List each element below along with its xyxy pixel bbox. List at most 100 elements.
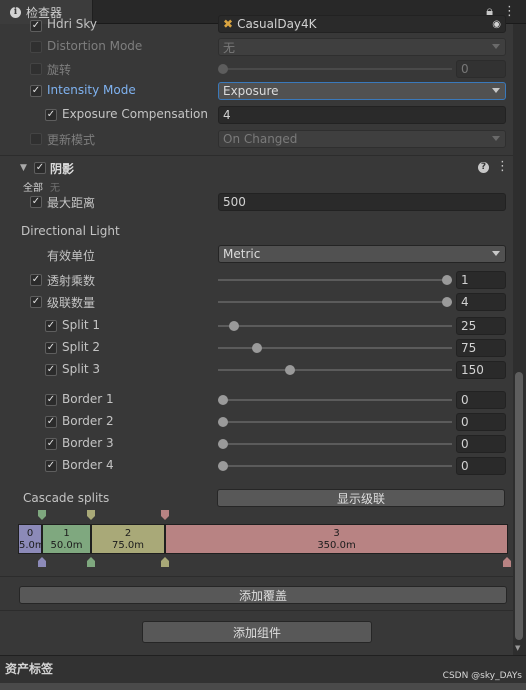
working-unit-dropdown[interactable]: Metric xyxy=(218,245,506,263)
max-distance-checkbox[interactable]: ✓ xyxy=(30,196,42,208)
foldout-arrow-icon[interactable]: ▼ xyxy=(20,163,27,173)
scrollbar-thumb[interactable] xyxy=(515,372,523,640)
cascade-index: 3 xyxy=(333,528,340,539)
border-2-checkbox[interactable]: ✓ xyxy=(45,416,57,428)
border-3-label: Border 3 xyxy=(62,436,114,450)
rotation-checkbox[interactable] xyxy=(30,63,42,75)
help-icon[interactable]: ? xyxy=(478,162,489,173)
split-2-handle-icon[interactable] xyxy=(87,510,95,520)
split-3-handle-icon[interactable] xyxy=(161,510,169,520)
split-2-label: Split 2 xyxy=(62,340,101,354)
show-cascades-button[interactable]: 显示级联 xyxy=(217,489,505,507)
border-3-checkbox[interactable]: ✓ xyxy=(45,438,57,450)
distortion-mode-dropdown[interactable]: 无 xyxy=(218,38,506,56)
update-mode-checkbox[interactable] xyxy=(30,133,42,145)
info-icon: i xyxy=(10,6,21,18)
distortion-mode-checkbox[interactable] xyxy=(30,41,42,53)
cascade-segment-0[interactable]: 0 5.0m xyxy=(19,525,45,553)
transmission-slider-track[interactable] xyxy=(218,279,452,281)
add-override-button[interactable]: 添加覆盖 xyxy=(19,586,507,604)
transmission-input[interactable]: 1 xyxy=(456,271,506,289)
hdri-sky-field[interactable]: ✖ CasualDay4K ◉ xyxy=(218,15,506,33)
cascade-count-slider-track[interactable] xyxy=(218,301,452,303)
max-distance-input[interactable]: 500 xyxy=(218,193,506,211)
split-2-input[interactable]: 75 xyxy=(456,339,506,357)
chevron-down-icon xyxy=(492,88,500,93)
intensity-mode-label: Intensity Mode xyxy=(47,83,136,97)
border-1-slider-knob[interactable] xyxy=(218,395,228,405)
cascade-distance: 75.0m xyxy=(111,540,144,551)
object-picker-icon[interactable]: ◉ xyxy=(492,19,501,30)
border-4-input[interactable]: 0 xyxy=(456,457,506,475)
cascade-distance: 5.0m xyxy=(19,540,45,551)
border-4-slider-track[interactable] xyxy=(218,465,452,467)
split-3-label: Split 3 xyxy=(62,362,101,376)
distortion-mode-value: 无 xyxy=(223,40,236,55)
asset-labels-header[interactable]: 资产标签 xyxy=(5,660,53,677)
cascade-segment-1[interactable]: 1 50.0m xyxy=(43,525,90,553)
add-component-button[interactable]: 添加组件 xyxy=(142,621,372,643)
shadows-checkbox[interactable]: ✓ xyxy=(34,162,46,174)
border-3-input[interactable]: 0 xyxy=(456,435,506,453)
cascade-index: 2 xyxy=(124,528,132,539)
split-1-checkbox[interactable]: ✓ xyxy=(45,320,57,332)
directional-light-heading: Directional Light xyxy=(21,224,120,238)
cascade-count-input[interactable]: 4 xyxy=(456,293,506,311)
transmission-checkbox[interactable]: ✓ xyxy=(30,274,42,286)
split-1-input[interactable]: 25 xyxy=(456,317,506,335)
show-none-link[interactable]: 无 xyxy=(50,179,60,194)
border-2-slider-track[interactable] xyxy=(218,421,452,423)
border-1-checkbox[interactable]: ✓ xyxy=(45,394,57,406)
border-2-handle-icon[interactable] xyxy=(87,557,95,567)
split-3-slider-knob[interactable] xyxy=(285,365,295,375)
cascade-distance: 350.0m xyxy=(317,540,356,551)
rotation-input[interactable]: 0 xyxy=(456,60,506,78)
split-2-slider-knob[interactable] xyxy=(252,343,262,353)
hdri-sky-label: Hdri Sky xyxy=(47,17,97,31)
split-2-checkbox[interactable]: ✓ xyxy=(45,342,57,354)
border-3-slider-track[interactable] xyxy=(218,443,452,445)
split-3-slider-track[interactable] xyxy=(218,369,452,371)
border-4-checkbox[interactable]: ✓ xyxy=(45,460,57,472)
more-vertical-icon[interactable]: ⋮ xyxy=(496,159,509,174)
border-2-slider-knob[interactable] xyxy=(218,417,228,427)
border-4-slider-knob[interactable] xyxy=(218,461,228,471)
scroll-down-arrow-icon[interactable]: ▼ xyxy=(515,644,520,652)
rotation-slider-track[interactable] xyxy=(222,68,452,70)
cubemap-icon: ✖ xyxy=(223,17,234,31)
exposure-comp-checkbox[interactable]: ✓ xyxy=(45,109,57,121)
split-3-input[interactable]: 150 xyxy=(456,361,506,379)
exposure-comp-input[interactable]: 4 xyxy=(218,106,506,124)
split-3-checkbox[interactable]: ✓ xyxy=(45,364,57,376)
cascade-segment-2[interactable]: 2 75.0m xyxy=(92,525,164,553)
cascade-index: 1 xyxy=(63,528,70,539)
update-mode-dropdown[interactable]: On Changed xyxy=(218,130,506,148)
show-all-link[interactable]: 全部 xyxy=(23,179,43,194)
border-4-label: Border 4 xyxy=(62,458,114,472)
split-1-slider-track[interactable] xyxy=(218,325,452,327)
intensity-mode-dropdown[interactable]: Exposure xyxy=(218,82,506,100)
update-mode-value: On Changed xyxy=(223,132,298,146)
transmission-slider-knob[interactable] xyxy=(442,275,452,285)
border-2-input[interactable]: 0 xyxy=(456,413,506,431)
border-3-handle-icon[interactable] xyxy=(161,557,169,567)
border-1-slider-track[interactable] xyxy=(218,399,452,401)
border-1-label: Border 1 xyxy=(62,392,114,406)
working-unit-label: 有效单位 xyxy=(47,249,96,263)
split-1-slider-knob[interactable] xyxy=(229,321,239,331)
border-3-slider-knob[interactable] xyxy=(218,439,228,449)
intensity-mode-checkbox[interactable]: ✓ xyxy=(30,85,42,97)
transmission-label: 透射乘数 xyxy=(47,274,96,288)
split-1-handle-icon[interactable] xyxy=(38,510,46,520)
rotation-slider-knob[interactable] xyxy=(218,64,228,74)
border-1-handle-icon[interactable] xyxy=(38,557,46,567)
cascade-count-slider-knob[interactable] xyxy=(442,297,452,307)
hdri-sky-checkbox[interactable]: ✓ xyxy=(30,20,42,32)
exposure-comp-label: Exposure Compensation xyxy=(62,107,208,121)
cascade-count-checkbox[interactable]: ✓ xyxy=(30,296,42,308)
border-4-handle-icon[interactable] xyxy=(503,557,511,567)
chevron-down-icon xyxy=(492,136,500,141)
cascade-distance: 50.0m xyxy=(50,540,83,551)
cascade-segment-3[interactable]: 3 350.0m xyxy=(166,525,507,553)
border-1-input[interactable]: 0 xyxy=(456,391,506,409)
